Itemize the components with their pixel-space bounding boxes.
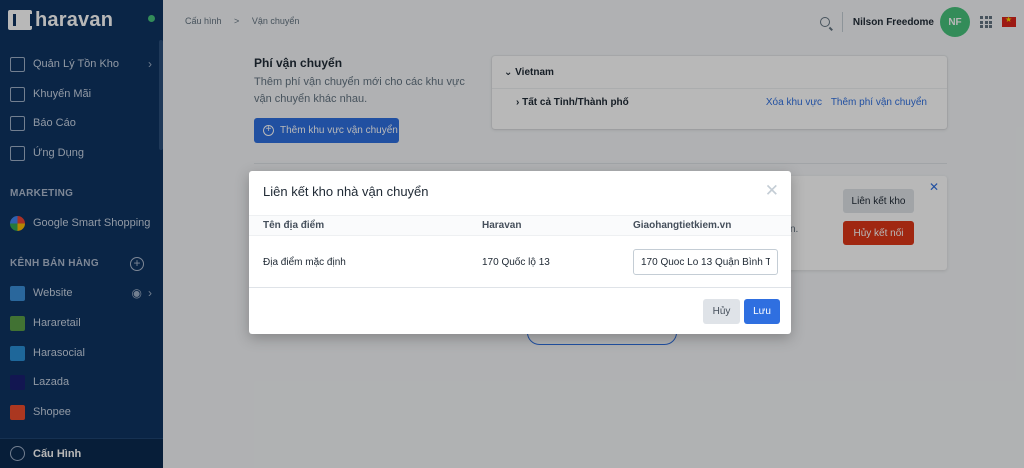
column-haravan: Haravan [482,220,522,231]
column-location: Tên địa điểm [263,220,325,231]
modal-title: Liên kết kho nhà vận chuyển [263,184,429,199]
close-icon[interactable]: ✕ [765,181,779,201]
cancel-button[interactable]: Hủy [703,299,740,324]
haravan-address: 170 Quốc lộ 13 [482,257,550,268]
column-ghtk: Giaohangtietkiem.vn [633,220,732,231]
table-header: Tên địa điểm Haravan Giaohangtietkiem.vn [249,215,791,235]
save-button[interactable]: Lưu [744,299,780,324]
modal-footer: Hủy Lưu [249,287,791,334]
ghtk-address-input[interactable] [633,249,778,275]
link-carrier-warehouse-modal: Liên kết kho nhà vận chuyển ✕ Tên địa đi… [249,171,791,334]
table-row: Địa điểm mặc định 170 Quốc lộ 13 [249,235,791,287]
location-name: Địa điểm mặc định [263,257,346,268]
